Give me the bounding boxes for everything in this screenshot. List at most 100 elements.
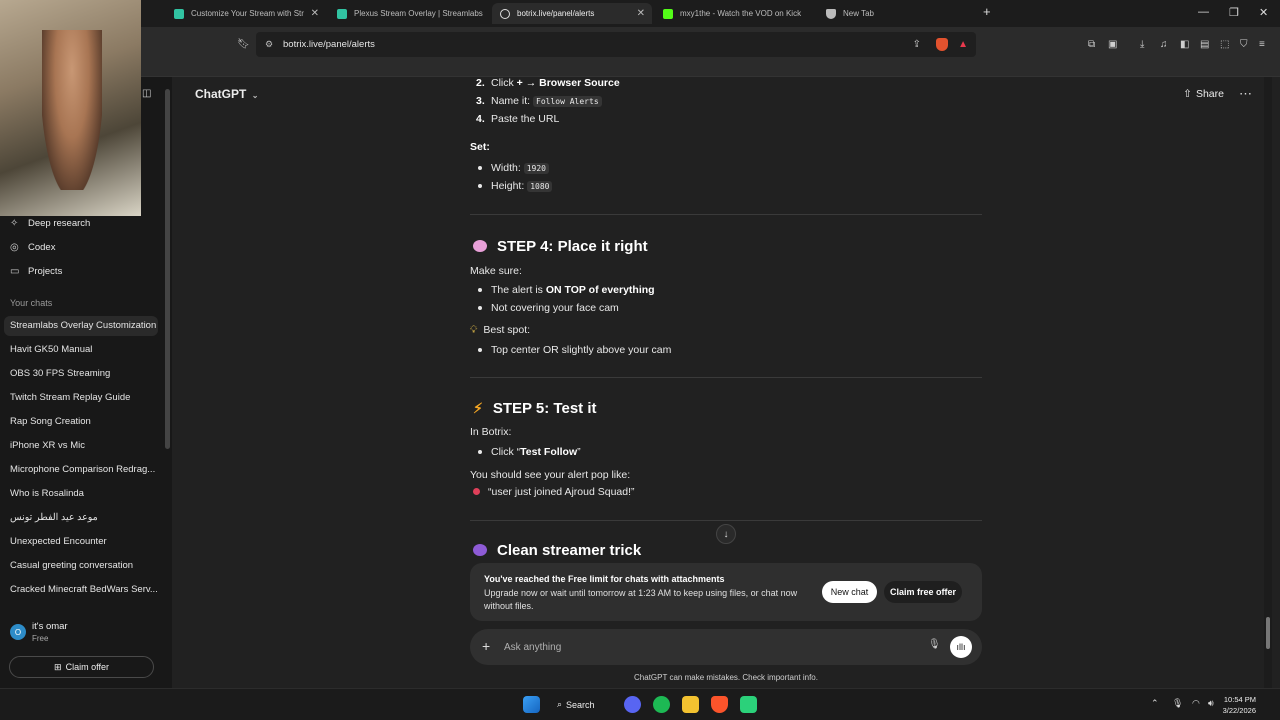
attach-plus-icon[interactable]: + <box>482 638 490 654</box>
claim-free-offer-button[interactable]: Claim free offer <box>884 581 962 603</box>
gift-icon: ⊞ <box>54 661 62 672</box>
user-plan: Free <box>32 634 49 643</box>
folder-icon: ▭ <box>10 266 20 277</box>
scrollbar-thumb[interactable] <box>1266 617 1270 649</box>
botrix-icon <box>500 8 510 19</box>
chevron-down-icon: ⌄ <box>251 91 259 100</box>
close-tab-icon[interactable]: ✕ <box>311 8 319 19</box>
chat-history-item[interactable]: Rap Song Creation <box>10 412 158 432</box>
list-item: Click + → Browser Source <box>491 77 620 89</box>
more-options-icon[interactable]: ⋯ <box>1239 86 1252 102</box>
vpn-icon[interactable]: ⛉ <box>1240 39 1248 50</box>
share-page-icon[interactable]: ⇪ <box>913 39 921 50</box>
new-chat-button[interactable]: New chat <box>822 581 877 603</box>
sidebar-toggle-icon[interactable]: ◧ <box>1180 39 1189 50</box>
model-name: ChatGPT <box>195 87 247 101</box>
inline-code: 1080 <box>527 181 553 192</box>
menu-icon[interactable]: ≡ <box>1259 39 1265 50</box>
streamlabs-icon <box>174 8 184 19</box>
restore-button[interactable]: ❐ <box>1229 6 1239 19</box>
chat-history-item[interactable]: Streamlabs Overlay Customization <box>4 316 158 336</box>
scroll-down-button[interactable]: ↓ <box>716 524 736 544</box>
tray-mic-icon[interactable]: 🎙︎ <box>1172 698 1183 709</box>
sidebar-item-projects[interactable]: ▭ Projects <box>10 266 62 277</box>
brave-browser-icon[interactable] <box>711 696 728 713</box>
brave-rewards-icon[interactable]: ▲ <box>958 39 968 50</box>
sidebar-item-deep-research[interactable]: ✧ Deep research <box>10 218 90 229</box>
wifi-icon[interactable]: ◠ <box>1192 698 1200 709</box>
wallet-icon[interactable]: ▣ <box>1108 39 1117 50</box>
download-icon[interactable]: ⤓ <box>1140 39 1144 50</box>
volume-icon[interactable]: 🔊︎ <box>1208 698 1214 709</box>
chat-main: ChatGPT ⌄ ⇧ Share ⋯ 2. Click + → Browser … <box>172 77 1272 688</box>
share-button[interactable]: ⇧ Share <box>1183 88 1224 100</box>
taskbar-clock[interactable]: 10:54 PM 3/22/2026 <box>1223 694 1256 716</box>
microphone-icon[interactable]: 🎙︎ <box>928 639 941 650</box>
model-selector[interactable]: ChatGPT ⌄ <box>195 87 258 101</box>
sidebar-collapse-icon[interactable]: ◫ <box>142 88 151 99</box>
bullet <box>478 288 482 292</box>
main-scrollbar[interactable] <box>1264 77 1272 688</box>
chat-history-item[interactable]: OBS 30 FPS Streaming <box>10 364 158 384</box>
prompt-input[interactable] <box>504 638 884 656</box>
windows-taskbar: ⌕ Search ⌃ 🎙︎ ◠ 🔊︎ 10:54 PM 3/22/2026 <box>0 688 1280 720</box>
extensions-icon[interactable]: ⧉ <box>1088 39 1095 50</box>
wallet-card-icon[interactable]: ▤ <box>1200 39 1209 50</box>
tab-streamlabs-customize[interactable]: Customize Your Stream with Str ✕ <box>166 3 326 24</box>
spotify-icon[interactable] <box>653 696 670 713</box>
sidebar-item-label: Projects <box>28 266 63 277</box>
chat-history-item[interactable]: Who is Rosalinda <box>10 484 158 504</box>
paragraph: In Botrix: <box>470 426 512 438</box>
tab-botrix-alerts[interactable]: botrix.live/panel/alerts ✕ <box>492 3 652 24</box>
claim-offer-button[interactable]: ⊞ Claim offer <box>9 656 154 678</box>
sidebar-scrollbar[interactable] <box>165 89 170 449</box>
pin-icon <box>473 488 480 495</box>
chat-history-item[interactable]: Twitch Stream Replay Guide <box>10 388 158 408</box>
telescope-icon: ✧ <box>10 218 19 229</box>
browser-tab-bar: Customize Your Stream with Str ✕ Plexus … <box>0 0 1280 27</box>
tray-chevron-icon[interactable]: ⌃ <box>1151 698 1159 709</box>
app-icon[interactable] <box>740 696 757 713</box>
avatar: O <box>10 624 26 640</box>
chat-history-item[interactable]: Unexpected Encounter <box>10 532 158 552</box>
chat-history-item[interactable]: موعد عيد الفطر تونس <box>10 508 158 528</box>
step4-heading: STEP 4: Place it right <box>473 238 648 255</box>
voice-mode-button[interactable]: ıllı <box>950 636 972 658</box>
brain-icon <box>473 240 487 252</box>
chat-history-item[interactable]: iPhone XR vs Mic <box>10 436 158 456</box>
discord-icon[interactable] <box>624 696 641 713</box>
chat-history-item[interactable]: Microphone Comparison Redrag... <box>10 460 158 480</box>
file-explorer-icon[interactable] <box>682 696 699 713</box>
new-tab-button[interactable]: + <box>983 4 991 19</box>
close-window-button[interactable]: ✕ <box>1259 6 1268 19</box>
user-profile[interactable]: O it's omar Free <box>10 621 68 643</box>
windows-start-icon[interactable] <box>523 696 540 713</box>
chat-history-item[interactable]: Cracked Minecraft BedWars Serv... <box>10 580 158 600</box>
minimize-button[interactable]: — <box>1198 6 1209 18</box>
disclaimer-text: ChatGPT can make mistakes. Check importa… <box>634 673 818 682</box>
url-bar[interactable]: ⚙︎ botrix.live/panel/alerts ⇪ ▲ <box>256 32 976 57</box>
screenshot-icon[interactable]: ⬚ <box>1220 39 1229 50</box>
media-icon[interactable]: ♫ <box>1160 39 1168 50</box>
brave-shield-icon <box>826 8 836 19</box>
clean-trick-heading: Clean streamer trick <box>473 542 641 559</box>
step5-heading: ⚡︎ STEP 5: Test it <box>473 400 596 417</box>
taskbar-search[interactable]: ⌕ Search <box>557 696 595 713</box>
site-info-icon[interactable]: ⚙︎ <box>265 39 273 50</box>
chat-history-item[interactable]: Havit GK50 Manual <box>10 340 158 360</box>
tab-plexus-overlay[interactable]: Plexus Stream Overlay | Streamlabs <box>329 3 489 24</box>
inline-code: 1920 <box>523 163 549 174</box>
kick-icon <box>663 8 673 19</box>
chat-history-item[interactable]: Casual greeting conversation <box>10 556 158 576</box>
brave-shields-icon[interactable] <box>936 38 948 51</box>
close-tab-icon[interactable]: ✕ <box>637 8 645 19</box>
list-bold: ON TOP of everything <box>545 284 655 296</box>
bookmark-icon[interactable]: 🔖︎ <box>237 39 250 50</box>
tab-new-tab[interactable]: New Tab <box>818 3 978 24</box>
banner-body: Upgrade now or wait until tomorrow at 1:… <box>484 588 798 611</box>
bullet <box>478 166 482 170</box>
tab-kick-vod[interactable]: mxy1the - Watch the VOD on Kick <box>655 3 815 24</box>
sidebar-item-codex[interactable]: ◎ Codex <box>10 242 55 253</box>
your-chats-label: Your chats <box>10 298 53 308</box>
paragraph: You should see your alert pop like: <box>470 469 631 481</box>
